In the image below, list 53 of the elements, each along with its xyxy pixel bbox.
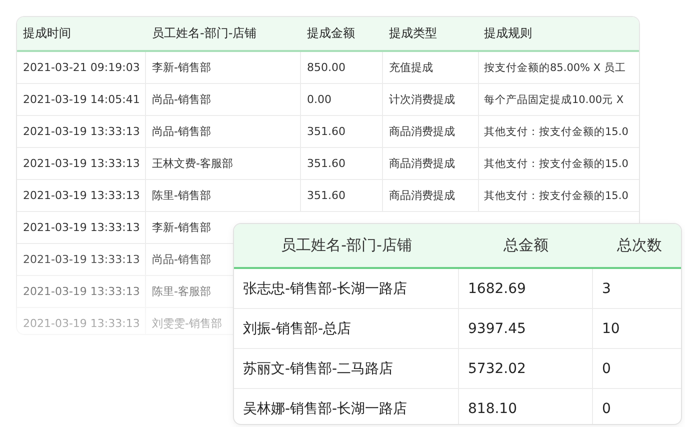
table-cell: 其他支付：按支付金额的15.0 bbox=[484, 188, 628, 202]
table-cell: 陈里-销售部 bbox=[152, 188, 211, 203]
column-header: 员工姓名-部门-店铺 bbox=[151, 25, 258, 42]
table-cell: 2021-03-19 13:33:13 bbox=[23, 253, 140, 266]
table-cell: 9397.45 bbox=[459, 309, 593, 348]
table-cell: 2021-03-19 13:33:13 bbox=[23, 157, 140, 170]
column-header: 总次数 bbox=[616, 235, 663, 256]
table-cell: 351.60 bbox=[307, 157, 346, 170]
column-header: 提成金额 bbox=[306, 25, 356, 42]
table-cell: 尚品-销售部 bbox=[152, 124, 211, 139]
table-cell: 1682.69 bbox=[459, 269, 593, 308]
table-cell: 王林文费-客服部 bbox=[152, 156, 233, 171]
table-cell: 陈里-客服部 bbox=[152, 284, 211, 299]
table-cell: 2021-03-19 13:33:13 bbox=[23, 189, 140, 202]
table-cell: 2021-03-19 13:33:13 bbox=[23, 317, 140, 330]
table-cell: 2021-03-19 13:33:13 bbox=[23, 125, 140, 138]
table-cell-text: 10 bbox=[601, 320, 621, 338]
table-cell: 刘振-销售部-总店 bbox=[234, 309, 459, 348]
table-cell: 2021-03-19 14:05:41 bbox=[23, 93, 140, 106]
table-cell: 刘雯雯-销售部 bbox=[152, 316, 222, 331]
table-cell: 850.00 bbox=[307, 61, 346, 74]
table-cell-text: 0 bbox=[601, 360, 612, 378]
table-cell: 张志忠-销售部-长湖一路店 bbox=[234, 269, 459, 308]
table-cell: 其他支付：按支付金额的15.0 bbox=[484, 156, 628, 170]
table-cell: 商品消费提成 bbox=[389, 188, 455, 203]
table-cell: 2021-03-21 09:19:03 bbox=[23, 61, 140, 74]
table-cell: 尚品-销售部 bbox=[152, 252, 211, 267]
table-cell: 李新-销售部 bbox=[152, 220, 211, 235]
table-cell: 351.60 bbox=[307, 189, 346, 202]
table-cell: 李新-销售部 bbox=[152, 60, 211, 75]
table-cell: 吴林娜-销售部-长湖一路店 bbox=[234, 389, 459, 424]
table-cell: 商品消费提成 bbox=[389, 124, 455, 139]
table-cell: 计次消费提成 bbox=[389, 92, 455, 107]
table-cell: 苏丽文-销售部-二马路店 bbox=[234, 349, 459, 388]
column-header: 提成规则 bbox=[483, 25, 533, 42]
table-cell: 其他支付：按支付金额的15.0 bbox=[484, 124, 628, 138]
table-cell: 351.60 bbox=[307, 125, 346, 138]
table-cell-text: 0 bbox=[601, 400, 612, 418]
table-cell: 5732.02 bbox=[459, 349, 593, 388]
table-cell-text: 3 bbox=[601, 280, 612, 298]
table-cell: 尚品-销售部 bbox=[152, 92, 211, 107]
column-header: 总金额 bbox=[502, 235, 550, 256]
column-header: 提成时间 bbox=[22, 25, 72, 42]
table-cell: 每个产品固定提成10.00元 X bbox=[484, 92, 624, 106]
table-cell: 充值提成 bbox=[389, 60, 433, 75]
table-cell: 0.00 bbox=[307, 93, 332, 106]
column-header: 员工姓名-部门-店铺 bbox=[280, 235, 413, 256]
table-cell: 商品消费提成 bbox=[389, 156, 455, 171]
table-cell: 2021-03-19 13:33:13 bbox=[23, 221, 140, 234]
column-header: 提成类型 bbox=[388, 25, 438, 42]
table-cell: 按支付金额的85.00% X 员工 bbox=[484, 60, 626, 74]
table-cell: 818.10 bbox=[459, 389, 593, 424]
table-cell: 2021-03-19 13:33:13 bbox=[23, 285, 140, 298]
